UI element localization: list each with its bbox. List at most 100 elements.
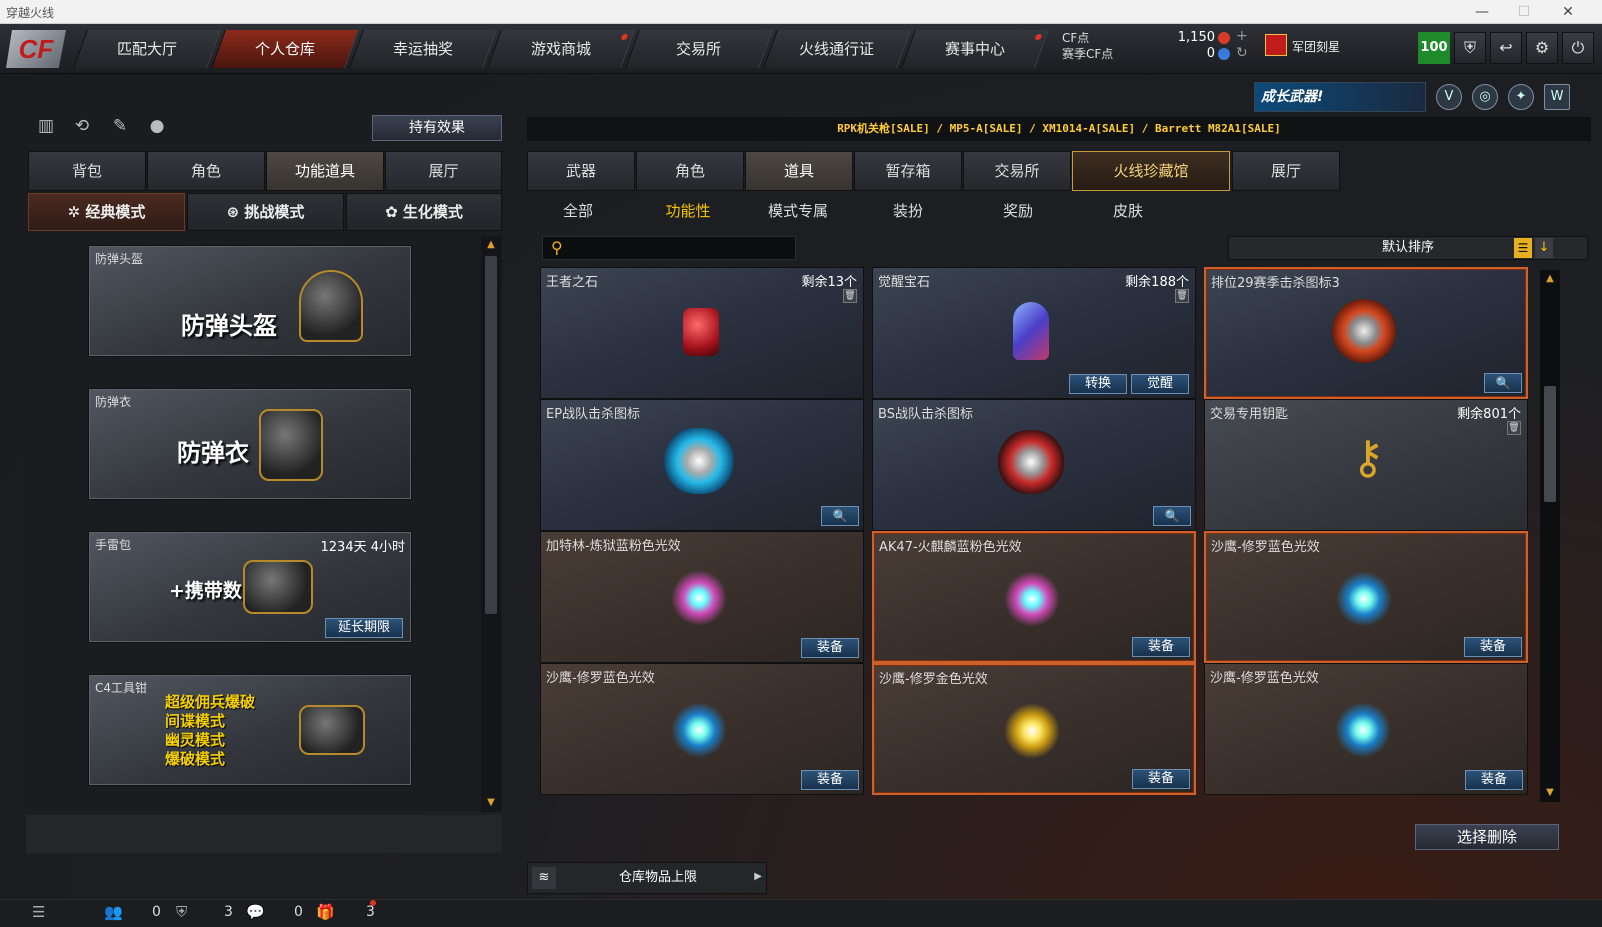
- scroll-up-icon[interactable]: ▲: [1543, 272, 1557, 286]
- tab-character[interactable]: 角色: [147, 151, 265, 191]
- convert-button[interactable]: 转换: [1069, 374, 1127, 394]
- menu-icon[interactable]: ☰: [32, 903, 45, 921]
- equip-button[interactable]: 装备: [1132, 769, 1190, 789]
- history-icon[interactable]: ⟲: [70, 116, 94, 140]
- globe-icon[interactable]: ◎: [1472, 84, 1498, 110]
- tab-functional-items[interactable]: 功能道具: [266, 151, 384, 191]
- add-points-icon[interactable]: +: [1236, 28, 1248, 45]
- item-card-grenade-pack[interactable]: 手雷包 1234天 4小时 +携带数 延长期限: [88, 531, 412, 643]
- clan-shield-icon[interactable]: ⛨: [176, 903, 187, 921]
- grid-scrollbar[interactable]: ▲ ▼: [1540, 270, 1560, 802]
- refresh-icon[interactable]: ↻: [1236, 45, 1248, 62]
- left-scrollbar[interactable]: ▲ ▼: [481, 236, 501, 812]
- sale-ticker[interactable]: RPK机关枪[SALE] / MP5-A[SALE] / XM1014-A[SA…: [527, 117, 1591, 141]
- power-icon[interactable]: ⏻: [1562, 32, 1594, 64]
- item-card-c4-pliers[interactable]: C4工具钳 超级佣兵爆破 间谍模式 幽灵模式 爆破模式: [88, 674, 412, 786]
- nav-exchange[interactable]: 交易所: [625, 30, 773, 68]
- search-input[interactable]: [571, 239, 791, 257]
- gift-bell-icon[interactable]: ✦: [1508, 84, 1534, 110]
- return-icon[interactable]: ↩: [1490, 32, 1522, 64]
- minimize-icon[interactable]: —: [1462, 2, 1502, 22]
- maximize-icon[interactable]: ☐: [1504, 2, 1544, 22]
- mode-challenge[interactable]: ⊛ 挑战模式: [187, 193, 344, 231]
- scroll-down-icon[interactable]: ▼: [484, 796, 498, 810]
- search-box[interactable]: ⚲: [542, 236, 796, 260]
- gift-icon[interactable]: 🎁: [316, 903, 335, 921]
- gear-icon[interactable]: ⚙: [1526, 32, 1558, 64]
- list-view-icon[interactable]: ☰: [1514, 238, 1532, 258]
- tab-exhibition[interactable]: 展厅: [1232, 151, 1340, 191]
- item-card[interactable]: 沙鹰-修罗金色光效 装备: [872, 663, 1196, 795]
- equip-button[interactable]: 装备: [1132, 637, 1190, 657]
- scroll-thumb[interactable]: [485, 256, 497, 614]
- item-card[interactable]: BS战队击杀图标 🔍: [872, 399, 1196, 531]
- trash-icon[interactable]: 🗑: [1175, 289, 1189, 303]
- nav-battle-pass[interactable]: 火线通行证: [763, 30, 911, 68]
- friends-icon[interactable]: 👥: [104, 903, 123, 921]
- item-card[interactable]: 沙鹰-修罗蓝色光效 装备: [540, 663, 864, 795]
- nav-game-store[interactable]: 游戏商城: [487, 30, 635, 68]
- mode-zombie[interactable]: ✿ 生化模式: [346, 193, 502, 231]
- equip-button[interactable]: 装备: [1464, 637, 1522, 657]
- tab-characters[interactable]: 角色: [636, 151, 744, 191]
- tab-collection-hall[interactable]: 火线珍藏馆: [1072, 151, 1230, 191]
- scroll-down-icon[interactable]: ▼: [1543, 786, 1557, 800]
- item-card[interactable]: 加特林-炼狱蓝粉色光效 装备: [540, 531, 864, 663]
- trash-icon[interactable]: 🗑: [1507, 421, 1521, 435]
- item-card[interactable]: 觉醒宝石 剩余188个 🗑 转换 觉醒: [872, 267, 1196, 399]
- tab-storage-box[interactable]: 暂存箱: [854, 151, 962, 191]
- item-card[interactable]: 王者之石 剩余13个 🗑: [540, 267, 864, 399]
- awaken-button[interactable]: 觉醒: [1131, 374, 1189, 394]
- item-card[interactable]: EP战队击杀图标 🔍: [540, 399, 864, 531]
- stats-icon[interactable]: ▥: [34, 116, 58, 140]
- mode-classic[interactable]: ✲ 经典模式: [28, 193, 185, 231]
- tab-weapons[interactable]: 武器: [527, 151, 635, 191]
- item-card-vest[interactable]: 防弹衣 防弹衣: [88, 388, 412, 500]
- storage-limit-bar[interactable]: ≋ 仓库物品上限 ▶: [527, 862, 767, 894]
- item-card-helmet[interactable]: 防弹头盔 防弹头盔: [88, 245, 412, 357]
- subtab-functional[interactable]: 功能性: [638, 200, 738, 222]
- select-delete-button[interactable]: 选择删除: [1415, 824, 1559, 850]
- w-logo-icon[interactable]: W: [1544, 84, 1570, 110]
- repair-icon[interactable]: ✎: [108, 116, 132, 140]
- magnify-icon[interactable]: 🔍: [1153, 506, 1191, 526]
- subtab-outfit[interactable]: 装扮: [858, 200, 958, 222]
- subtab-reward[interactable]: 奖励: [968, 200, 1068, 222]
- held-effect-button[interactable]: 持有效果: [372, 115, 502, 141]
- nav-lucky-draw[interactable]: 幸运抽奖: [349, 30, 497, 68]
- item-card[interactable]: 排位29赛季击杀图标3 🔍: [1204, 267, 1528, 399]
- tab-backpack[interactable]: 背包: [28, 151, 146, 191]
- shield-icon[interactable]: ⛨: [1454, 32, 1486, 64]
- tab-trading[interactable]: 交易所: [963, 151, 1071, 191]
- magnify-icon[interactable]: 🔍: [821, 506, 859, 526]
- nav-event-center[interactable]: 赛事中心: [901, 30, 1049, 68]
- sort-direction-icon[interactable]: ↓: [1535, 238, 1553, 258]
- item-card[interactable]: 沙鹰-修罗蓝色光效 装备: [1204, 531, 1528, 663]
- trash-icon[interactable]: 🗑: [843, 289, 857, 303]
- extend-button[interactable]: 延长期限: [325, 618, 403, 638]
- grenade-icon[interactable]: ●: [145, 116, 169, 140]
- subtab-all[interactable]: 全部: [528, 200, 628, 222]
- scroll-up-icon[interactable]: ▲: [484, 238, 498, 252]
- nav-match-hall[interactable]: 匹配大厅: [73, 30, 221, 68]
- v-badge-icon[interactable]: V: [1436, 84, 1462, 110]
- notification-dot: [620, 34, 629, 40]
- scroll-thumb[interactable]: [1544, 386, 1556, 502]
- equip-button[interactable]: 装备: [1465, 770, 1523, 790]
- item-card[interactable]: 交易专用钥匙 剩余801个 🗑 ⚷: [1204, 399, 1528, 531]
- equip-button[interactable]: 装备: [801, 638, 859, 658]
- chat-icon[interactable]: 💬: [246, 903, 265, 921]
- nav-personal-warehouse[interactable]: 个人仓库: [211, 30, 359, 68]
- promo-banner[interactable]: 成长武器!: [1254, 82, 1426, 112]
- tab-items[interactable]: 道具: [745, 151, 853, 191]
- equip-button[interactable]: 装备: [801, 770, 859, 790]
- sort-dropdown[interactable]: 默认排序: [1228, 236, 1588, 260]
- close-icon[interactable]: ✕: [1548, 2, 1588, 22]
- item-card[interactable]: AK47-火麒麟蓝粉色光效 装备: [872, 531, 1196, 663]
- subtab-skin[interactable]: 皮肤: [1078, 200, 1178, 222]
- magnify-icon[interactable]: 🔍: [1484, 373, 1522, 393]
- item-card[interactable]: 沙鹰-修罗蓝色光效 装备: [1204, 663, 1528, 795]
- tab-showroom[interactable]: 展厅: [385, 151, 502, 191]
- subtab-mode-exclusive[interactable]: 模式专属: [748, 200, 848, 222]
- red-gem-icon: [683, 308, 719, 356]
